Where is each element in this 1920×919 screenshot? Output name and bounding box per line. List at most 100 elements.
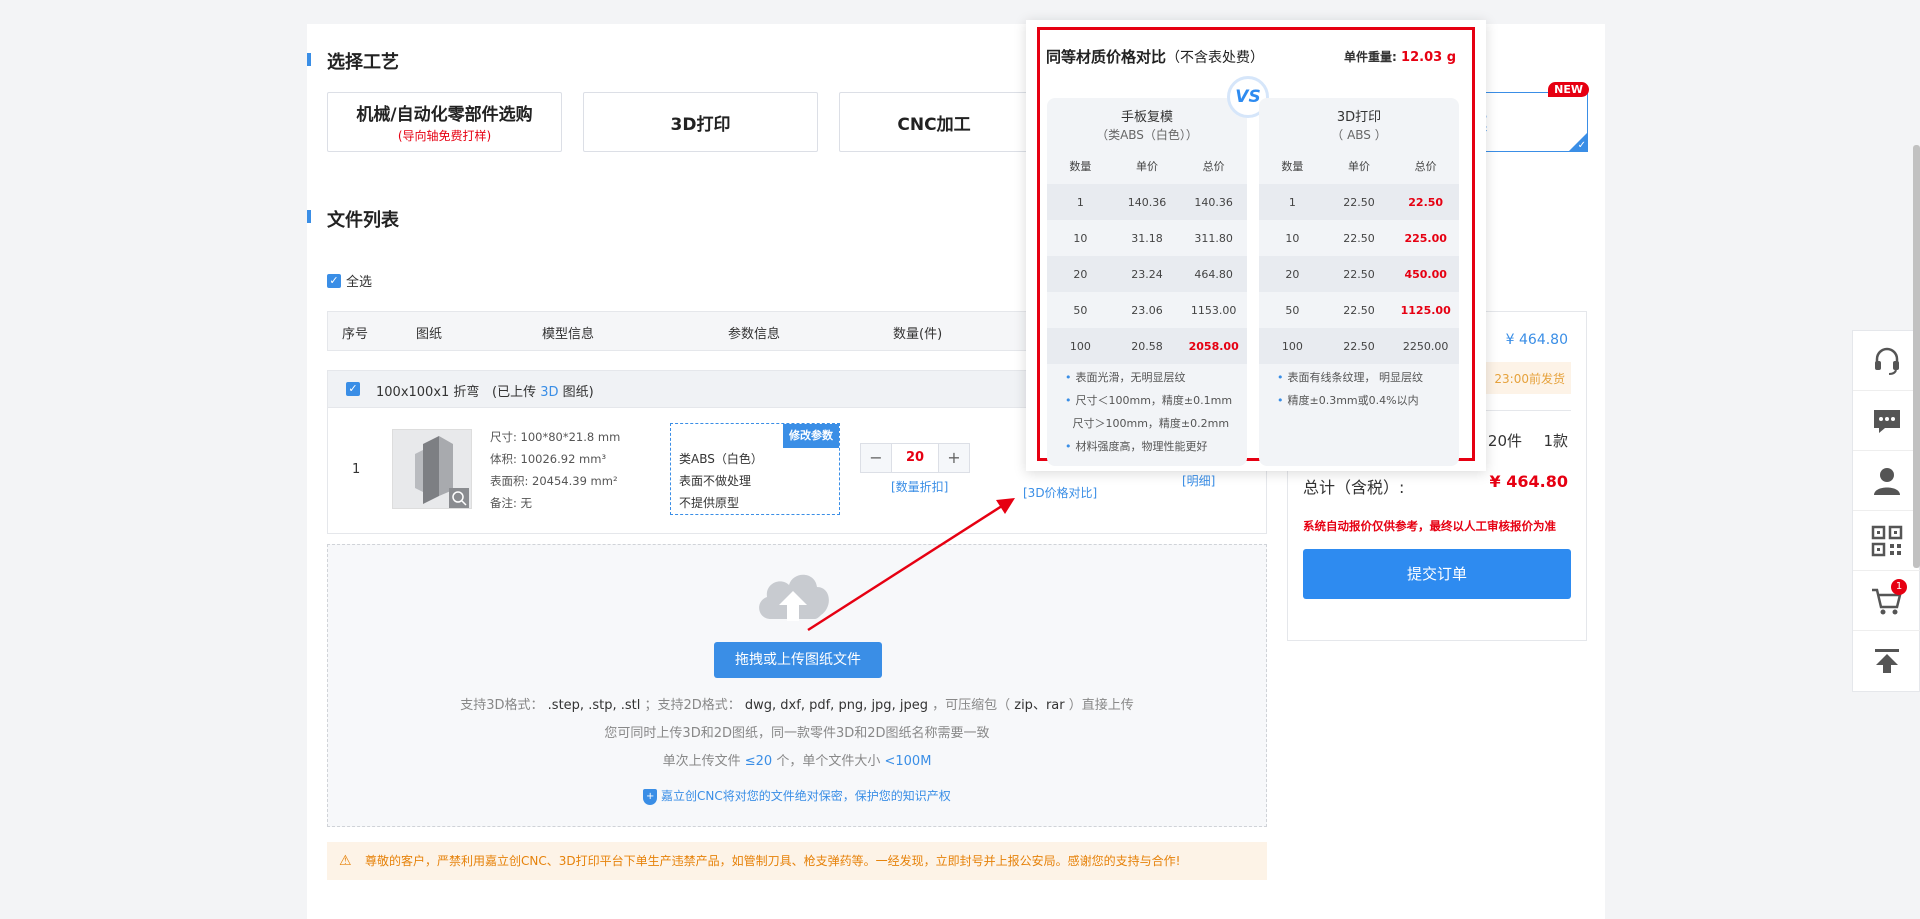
compare-col-3dprint: 3D打印 （ ABS ） 数量 单价 总价 1 22.50 22.50 10 22.50 225… [1259,98,1459,466]
upload-status-suffix: 图纸) [562,385,594,400]
compare-table-row: 10 31.18 311.80 [1047,220,1247,256]
compare-table-row: 10 22.50 225.00 [1259,220,1459,256]
warning-icon: ⚠ [339,853,352,869]
back-to-top-button[interactable] [1853,631,1920,691]
edit-params-button[interactable]: 修改参数 [783,424,839,448]
compare-table-header: 数量 单价 总价 [1047,148,1247,184]
select-all[interactable]: ✓ 全选 [327,271,372,290]
compare-table-row: 50 22.50 1125.00 [1259,292,1459,328]
column-header: 参数信息 [728,327,781,342]
upload-status-type: 3D [540,385,559,400]
compare-cell: 140.36 [1127,195,1167,209]
process-card-3d-print[interactable]: 3D打印 [583,92,818,152]
model-volume: 体积: 10026.92 mm³ [490,452,607,466]
compare-col-material: （ ABS ） [1331,128,1387,142]
model-size: 尺寸: 100*80*21.8 mm [490,430,621,444]
compare-cell: 450.00 [1404,267,1447,281]
compare-col-name: 3D打印 [1336,110,1382,125]
compare-cell: 20 [1285,267,1300,281]
compare-table-row: 50 23.06 1153.00 [1047,292,1247,328]
upload-format-line: 支持3D格式： .step, .stp, .stl ；支持2D格式： dwg, … [460,698,1134,713]
compare-cell: 23.24 [1131,267,1163,281]
message-button[interactable] [1853,391,1920,451]
compare-cell: 50 [1285,303,1300,317]
compare-note: • 材料强度高，物理性能更好 [1065,440,1208,453]
total-value: ¥ 464.80 [1489,472,1568,491]
compare-cell: 22.50 [1343,339,1375,353]
checkbox-checked-icon[interactable]: ✓ [327,273,341,288]
upload-area[interactable]: 拖拽或上传图纸文件 支持3D格式： .step, .stp, .stl ；支持2… [327,544,1267,827]
cart-count-badge: 1 [1891,579,1907,595]
submit-order-button[interactable]: 提交订单 [1303,549,1571,599]
files-section-title: 文件列表 [327,210,399,231]
compare-cell: 22.50 [1343,231,1375,245]
user-center-button[interactable] [1853,451,1920,511]
headset-icon [1875,347,1899,375]
compare-cell: 1 [1288,195,1296,209]
detail-link[interactable]: [明细] [1182,472,1215,489]
increase-button[interactable]: + [939,444,969,472]
process-section-title: 选择工艺 [327,52,399,73]
warning-text: 尊敬的客户，严禁利用嘉立创CNC、3D打印平台下单生产违禁产品，如管制刀具、枪支… [365,854,1181,868]
compare-cell: 464.80 [1194,267,1233,281]
weight-label: 单件重量: [1344,50,1397,64]
compare-notes-mold: • 表面光滑，无明显层纹 • 尺寸＜100mm，精度±0.1mm 尺寸＞100mm，精… [1065,366,1245,458]
customer-service-button[interactable] [1853,331,1920,391]
compare-table-row: 100 22.50 2250.00 [1259,328,1459,364]
qrcode-button[interactable] [1853,511,1920,571]
compare-table-row: 20 22.50 450.00 [1259,256,1459,292]
compare-cell: 225.00 [1404,231,1447,245]
compare-column-header: 总价 [1202,160,1225,173]
compare-title: 同等材质价格对比 [1046,48,1167,66]
compare-column-header: 总价 [1414,160,1437,173]
compare-cell: 10 [1285,231,1300,245]
page-scrollbar[interactable] [1913,145,1920,568]
process-card-cnc[interactable]: CNC加工 [839,92,1029,152]
checkbox-checked-icon[interactable]: ✓ [346,382,360,396]
compare-note: • 表面光滑，无明显层纹 [1065,371,1186,384]
model-area: 表面积: 20454.39 mm² [490,474,618,488]
compare-col-material: （类ABS（白色）） [1096,128,1198,142]
compare-table-row: 1 140.36 140.36 [1047,184,1247,220]
compare-cell: 22.50 [1343,195,1375,209]
part-preview-icon [415,436,469,508]
compare-table-mold: 数量 单价 总价 1 140.36 140.36 10 31.18 311.80 20 23.24 4… [1047,148,1247,364]
section-marker [307,210,311,223]
compare-col-name: 手板复模 [1120,110,1173,125]
compare-cell: 20 [1073,267,1088,281]
chat-icon [1874,409,1900,433]
compare-note: • 精度±0.3mm或0.4%以内 [1277,394,1419,407]
process-card-label: 机械/自动化零部件选购 [356,105,533,125]
compare-note: 尺寸＞100mm，精度±0.2mm [1072,417,1230,430]
upload-naming-line: 您可同时上传3D和2D图纸，同一款零件3D和2D图纸名称需要一致 [604,726,990,741]
decrease-button[interactable]: − [861,444,891,472]
compare-cell: 311.80 [1194,231,1233,245]
quantity-stepper[interactable]: − 20 + [860,443,970,473]
compare-column-header: 数量 [1069,160,1092,173]
cart-button[interactable]: 1 [1853,571,1920,631]
summary-kinds: 1款 [1543,432,1568,450]
compare-note: • 表面有线条纹理， 明显层纹 [1277,371,1423,384]
upload-files-button[interactable]: 拖拽或上传图纸文件 [714,642,882,678]
annotation-arrow [807,498,1015,632]
column-header: 图纸 [416,327,443,342]
compare-cell: 100 [1069,339,1091,353]
quantity-input[interactable]: 20 [891,444,939,472]
param-material: 类ABS（白色） [679,452,763,466]
warning-banner: ⚠ 尊敬的客户，严禁利用嘉立创CNC、3D打印平台下单生产违禁产品，如管制刀具、… [327,842,1267,880]
compare-note: • 尺寸＜100mm，精度±0.1mm [1065,394,1233,407]
model-thumbnail[interactable] [392,429,472,509]
qrcode-icon [1871,525,1903,556]
compare-table-row: 100 20.58 2058.00 [1047,328,1247,364]
price-compare-popup: 同等材质价格对比（不含表处费） 单件重量: 12.03 g 手板复模 （类ABS… [1026,20,1486,471]
compare-column-header: 数量 [1281,160,1304,173]
price-compare-3d-link[interactable]: [3D价格对比] [1023,484,1097,501]
column-header: 模型信息 [542,327,595,342]
compare-table-row: 1 22.50 22.50 [1259,184,1459,220]
floating-sidebar: 1 [1852,330,1920,692]
compare-cell: 23.06 [1131,303,1163,317]
compare-col-mold: 手板复模 （类ABS（白色）） 数量 单价 总价 1 140.36 140.36 10 31.… [1047,98,1247,466]
process-card-mechanical[interactable]: 机械/自动化零部件选购 (导向轴免费打样) [327,92,562,152]
compare-notes-3dprint: • 表面有线条纹理， 明显层纹 • 精度±0.3mm或0.4%以内 [1277,366,1457,412]
process-card-label: 3D打印 [670,114,731,135]
